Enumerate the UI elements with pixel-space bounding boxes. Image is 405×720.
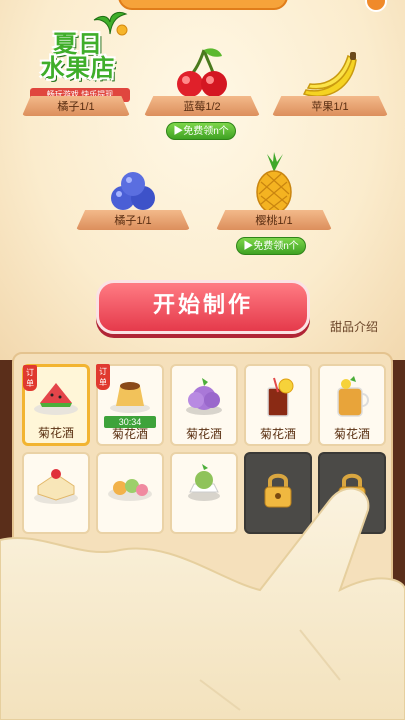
recipe-name: 菊花酒 (185, 427, 222, 441)
shelf-orange[interactable]: 橘子1/1 (22, 86, 130, 116)
shelf-label: 苹果1/1 (311, 101, 349, 113)
shelf-pineapple[interactable]: 樱桃1/1 (216, 150, 332, 230)
recipe-card[interactable]: 菊花酒 (318, 364, 386, 446)
strawberry-cake-icon (34, 469, 78, 504)
dessert-intro-link[interactable]: 甜品介绍 (330, 318, 378, 335)
locked-recipe-card[interactable] (244, 452, 312, 534)
top-banner[interactable] (118, 0, 288, 10)
shelf-blueberry[interactable]: 橘子1/1 (76, 164, 190, 230)
banana-icon (302, 52, 357, 97)
locked-recipe-card[interactable] (318, 452, 386, 534)
logo-title-line2: 水果店 (40, 54, 116, 82)
recipe-card[interactable]: 菊花酒 (170, 364, 238, 446)
recipe-name: 菊花酒 (333, 427, 370, 441)
shelf-cherry[interactable]: 蓝莓1/2 (144, 40, 260, 116)
recipe-card[interactable]: 订单 30:34 菊花酒 (96, 364, 164, 446)
watermelon-dessert-icon (34, 383, 78, 415)
pineapple-icon (256, 152, 292, 214)
free-claim-button[interactable]: ▶免费领n个 (236, 237, 306, 255)
shelf-banana[interactable]: 苹果1/1 (272, 40, 388, 116)
recipe-card[interactable]: 订单 菊花酒 (22, 364, 90, 446)
recipe-card[interactable] (170, 452, 238, 534)
matcha-ice-cream-icon (188, 464, 220, 501)
fruit-tea-jug-icon (337, 376, 369, 417)
pudding-icon (110, 382, 150, 413)
iced-tea-icon (267, 377, 294, 417)
shelf-label: 蓝莓1/2 (183, 101, 221, 113)
free-claim-button[interactable]: ▶免费领n个 (166, 122, 236, 140)
recipe-card[interactable] (22, 452, 90, 534)
lock-icon (338, 473, 366, 508)
shelf-label: 橘子1/1 (57, 101, 95, 113)
recipe-card[interactable] (96, 452, 164, 534)
purple-ice-cream-icon (186, 378, 222, 415)
logo-title: 夏日 水果店 (24, 32, 132, 80)
recipe-name: 菊花酒 (259, 427, 296, 441)
blueberry-icon (111, 172, 155, 210)
recipe-card[interactable]: 菊花酒 (244, 364, 312, 446)
cherry-icon (177, 48, 227, 97)
recipe-name: 菊花酒 (111, 427, 148, 441)
lock-icon (264, 473, 292, 508)
start-making-button[interactable]: 开始制作 (96, 280, 310, 334)
shelf-label: 橘子1/1 (114, 215, 152, 227)
dessert-platter-icon (108, 479, 152, 501)
recipe-panel: 订单 菊花酒 订单 30:34 菊花酒 菊花酒 菊花酒 菊花酒 (12, 352, 393, 720)
shelf-label: 樱桃1/1 (255, 215, 293, 227)
recipe-name: 菊花酒 (37, 426, 74, 440)
